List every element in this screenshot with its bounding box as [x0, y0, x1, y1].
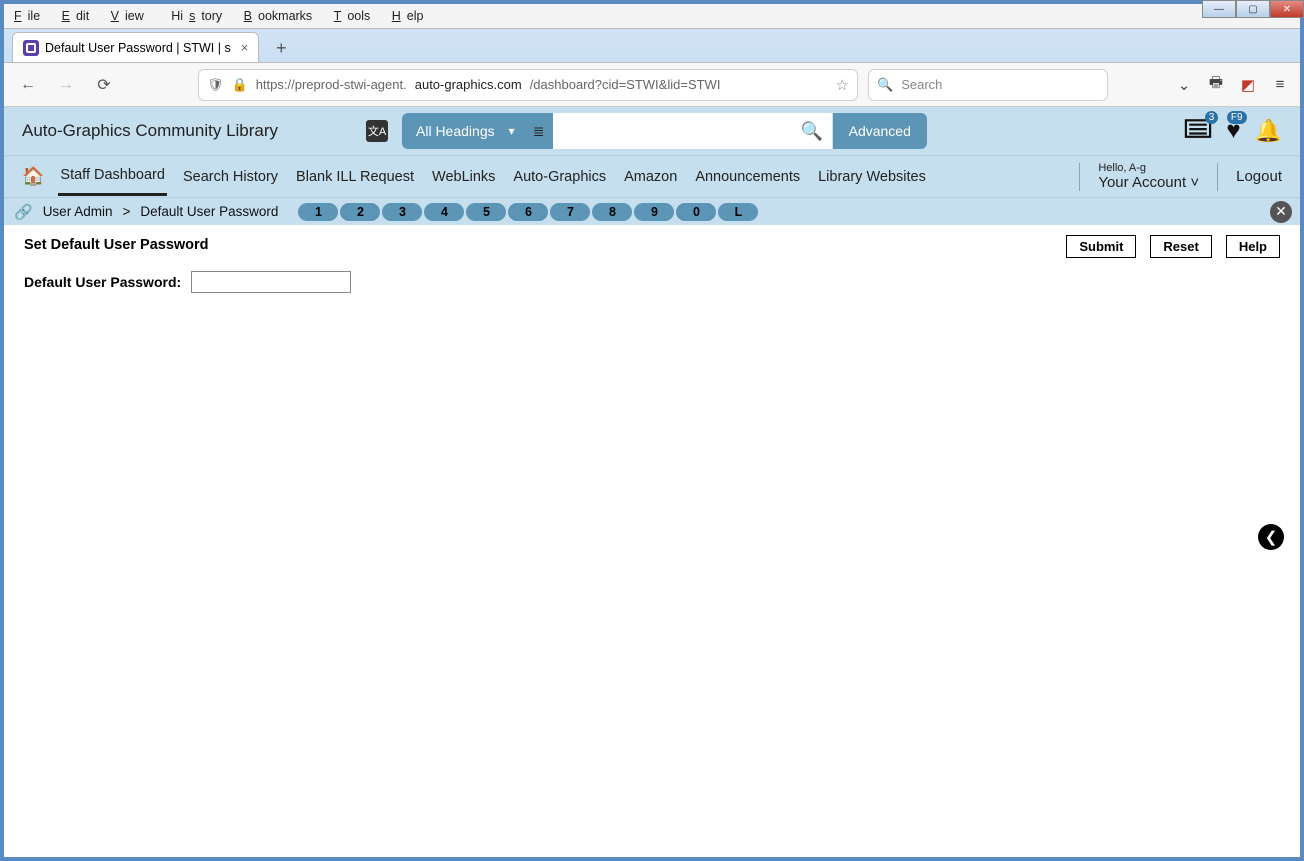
- lock-icon: 🔒: [232, 77, 248, 93]
- tab-title: Default User Password | STWI | s: [45, 41, 231, 55]
- hello-text: Hello, A-g: [1098, 162, 1199, 174]
- nav-weblinks[interactable]: WebLinks: [430, 159, 497, 195]
- menu-bookmarks[interactable]: Bookmarks: [238, 5, 325, 27]
- notifications-icon[interactable]: 🔔: [1255, 118, 1282, 144]
- url-prefix: https://preprod-stwi-agent.: [256, 77, 407, 92]
- print-icon[interactable]: 🖶: [1206, 75, 1226, 95]
- url-path: /dashboard?cid=STWI&lid=STWI: [530, 77, 721, 92]
- menu-history[interactable]: History: [159, 5, 234, 27]
- site-nav: 🏠 Staff Dashboard Search History Blank I…: [4, 155, 1300, 197]
- shield-icon: 🛡: [207, 77, 224, 93]
- pill-7[interactable]: 7: [550, 203, 590, 221]
- site-search-button[interactable]: 🔍: [793, 113, 833, 149]
- bookmark-star-icon[interactable]: ☆: [836, 76, 849, 94]
- advanced-search-button[interactable]: Advanced: [833, 113, 927, 149]
- pocket-icon[interactable]: ⌄: [1174, 75, 1194, 95]
- menu-file[interactable]: File: [8, 5, 52, 27]
- site-title: Auto-Graphics Community Library: [22, 121, 352, 141]
- reload-button[interactable]: ⟳: [90, 71, 118, 99]
- pill-9[interactable]: 9: [634, 203, 674, 221]
- tab-close-icon[interactable]: ×: [241, 40, 249, 55]
- language-icon[interactable]: 文A: [366, 120, 388, 142]
- tab-strip: Default User Password | STWI | s × +: [4, 29, 1300, 63]
- breadcrumb-page[interactable]: Default User Password: [140, 204, 278, 219]
- pill-3[interactable]: 3: [382, 203, 422, 221]
- pill-8[interactable]: 8: [592, 203, 632, 221]
- logout-link[interactable]: Logout: [1236, 168, 1282, 185]
- expand-sidebar-icon[interactable]: ❮: [1258, 524, 1284, 550]
- hamburger-menu-icon[interactable]: ≡: [1270, 75, 1290, 95]
- lists-icon[interactable]: 3: [1184, 117, 1212, 145]
- link-icon: 🔗: [14, 203, 33, 221]
- pill-6[interactable]: 6: [508, 203, 548, 221]
- main-content: Submit Reset Help Set Default User Passw…: [4, 225, 1300, 825]
- pill-5[interactable]: 5: [466, 203, 506, 221]
- extension-icon[interactable]: ◩: [1238, 75, 1258, 95]
- nav-staff-dashboard[interactable]: Staff Dashboard: [58, 157, 167, 196]
- site-search-panel: All Headings ≣ 🔍 Advanced: [402, 113, 927, 149]
- url-toolbar: ← → ⟳ 🛡 🔒 https://preprod-stwi-agent. aut…: [4, 63, 1300, 107]
- browser-tab[interactable]: Default User Password | STWI | s ×: [12, 32, 259, 62]
- lists-badge: 3: [1205, 111, 1219, 124]
- home-icon[interactable]: 🏠: [22, 166, 44, 187]
- search-icon: 🔍: [877, 77, 893, 93]
- reset-button[interactable]: Reset: [1150, 235, 1211, 258]
- site-header: Auto-Graphics Community Library 文A All H…: [4, 107, 1300, 155]
- breadcrumb-section[interactable]: User Admin: [43, 204, 113, 219]
- browser-search-box[interactable]: 🔍 Search: [868, 69, 1108, 101]
- back-button[interactable]: ←: [14, 71, 42, 99]
- menu-view[interactable]: View: [105, 5, 156, 27]
- window-close-button[interactable]: ✕: [1270, 0, 1304, 18]
- menu-help[interactable]: Help: [386, 5, 436, 27]
- help-button[interactable]: Help: [1226, 235, 1280, 258]
- window-controls: — ▢ ✕: [1202, 0, 1304, 18]
- new-tab-button[interactable]: +: [267, 34, 295, 62]
- your-account-dropdown[interactable]: Your Account ˅: [1098, 174, 1199, 191]
- nav-amazon[interactable]: Amazon: [622, 159, 679, 195]
- search-scope-select[interactable]: All Headings: [402, 113, 525, 149]
- window-maximize-button[interactable]: ▢: [1236, 0, 1270, 18]
- breadcrumb-row: 🔗 User Admin > Default User Password 1 2…: [4, 197, 1300, 225]
- pill-4[interactable]: 4: [424, 203, 464, 221]
- nav-auto-graphics[interactable]: Auto-Graphics: [511, 159, 608, 195]
- address-bar[interactable]: 🛡 🔒 https://preprod-stwi-agent. auto-grap…: [198, 69, 858, 101]
- pill-l[interactable]: L: [718, 203, 758, 221]
- window-minimize-button[interactable]: —: [1202, 0, 1236, 18]
- url-host: auto-graphics.com: [415, 77, 522, 92]
- nav-search-history[interactable]: Search History: [181, 159, 280, 195]
- tab-favicon-icon: [23, 40, 39, 56]
- pill-0[interactable]: 0: [676, 203, 716, 221]
- default-user-password-input[interactable]: [191, 271, 351, 293]
- search-placeholder: Search: [901, 77, 942, 92]
- menu-tools[interactable]: Tools: [328, 5, 383, 27]
- nav-announcements[interactable]: Announcements: [693, 159, 802, 195]
- submit-button[interactable]: Submit: [1066, 235, 1136, 258]
- nav-blank-ill-request[interactable]: Blank ILL Request: [294, 159, 416, 195]
- pill-2[interactable]: 2: [340, 203, 380, 221]
- site-search-input[interactable]: [553, 113, 793, 149]
- nav-library-websites[interactable]: Library Websites: [816, 159, 928, 195]
- quick-pills: 1 2 3 4 5 6 7 8 9 0 L: [298, 203, 758, 221]
- favorites-icon[interactable]: ♥F9: [1226, 117, 1240, 145]
- password-label: Default User Password:: [24, 274, 181, 290]
- close-panel-icon[interactable]: ✕: [1270, 201, 1292, 223]
- browser-menu: File Edit View History Bookmarks Tools H…: [4, 4, 1300, 29]
- menu-edit[interactable]: Edit: [56, 5, 102, 27]
- database-icon[interactable]: ≣: [525, 113, 553, 149]
- forward-button[interactable]: →: [52, 71, 80, 99]
- favorites-badge: F9: [1227, 111, 1247, 124]
- pill-1[interactable]: 1: [298, 203, 338, 221]
